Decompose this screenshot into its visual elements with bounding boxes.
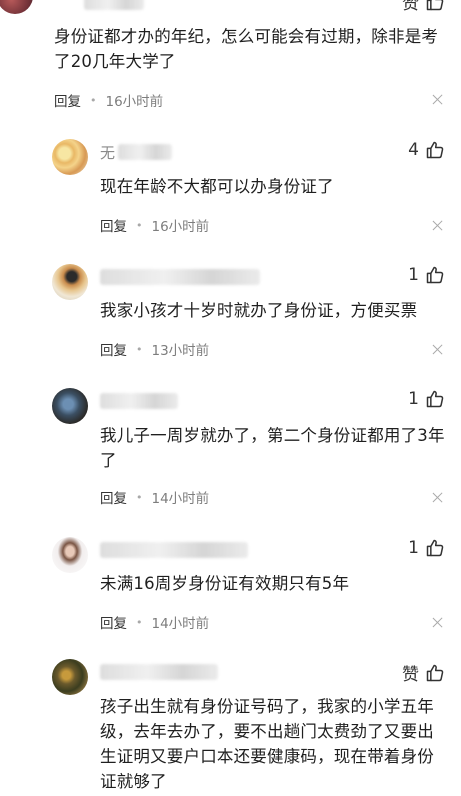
comment-meta: 回复 • 16小时前	[100, 215, 210, 236]
username[interactable]: 无	[100, 142, 115, 160]
timestamp: 14小时前	[151, 491, 210, 507]
timestamp: 16小时前	[105, 94, 164, 110]
comment-meta: 回复 • 16小时前	[54, 90, 164, 111]
like-count: 赞	[402, 665, 419, 685]
avatar[interactable]	[0, 0, 33, 14]
like-count: 1	[408, 538, 419, 558]
comment-item: 赞 孩子出生就有身份证号码了，我家的小学五年级，去年去办了，要不出趟门太费劲了又…	[0, 656, 461, 796]
like-count: 1	[408, 265, 419, 285]
close-icon[interactable]	[432, 220, 443, 231]
reply-button[interactable]: 回复	[100, 612, 127, 632]
like-count: 4	[408, 140, 419, 160]
comment-item: 1 我儿子一周岁就办了，第二个身份证都用了3年了 回复 • 14小时前	[0, 385, 461, 513]
thumbs-up-icon	[426, 0, 444, 10]
comment-item: 1 我家小孩才十岁时就办了身份证，方便买票 回复 • 13小时前	[0, 261, 461, 365]
like-button[interactable]: 赞	[402, 660, 445, 685]
separator-dot: •	[136, 490, 143, 504]
thumbs-up-icon	[426, 539, 444, 557]
close-icon[interactable]	[432, 617, 443, 628]
comment-text: 未满16周岁身份证有效期只有5年	[100, 574, 350, 593]
like-button[interactable]: 1	[408, 538, 445, 558]
timestamp: 14小时前	[151, 616, 210, 632]
separator-dot: •	[136, 218, 143, 232]
like-count: 赞	[402, 0, 419, 14]
comment-text: 我儿子一周岁就办了，第二个身份证都用了3年了	[100, 426, 445, 470]
like-button[interactable]: 1	[408, 265, 445, 285]
username-obscured	[100, 393, 178, 409]
reply-button[interactable]: 回复	[100, 487, 127, 507]
like-button[interactable]: 赞	[402, 0, 445, 14]
like-button[interactable]: 1	[408, 389, 445, 409]
comment-meta: 回复 • 14小时前	[100, 612, 210, 633]
close-icon[interactable]	[432, 344, 443, 355]
reply-button[interactable]: 回复	[100, 339, 127, 359]
close-icon[interactable]	[432, 492, 443, 503]
username-obscured	[84, 0, 144, 10]
avatar[interactable]	[52, 659, 88, 695]
username-obscured	[118, 144, 172, 160]
comment-text: 我家小孩才十岁时就办了身份证，方便买票	[100, 301, 418, 320]
separator-dot: •	[90, 93, 97, 107]
thumbs-up-icon	[426, 141, 444, 159]
avatar[interactable]	[52, 388, 88, 424]
reply-button[interactable]: 回复	[54, 90, 81, 110]
comment-meta: 回复 • 13小时前	[100, 339, 210, 360]
thumbs-up-icon	[426, 664, 444, 681]
comment-item: 无 4 现在年龄不大都可以办身份证了 回复 • 16小时前	[0, 136, 461, 240]
timestamp: 16小时前	[151, 219, 210, 235]
comment-item: 1 未满16周岁身份证有效期只有5年 回复 • 14小时前	[0, 534, 461, 638]
comment-text: 身份证都才办的年纪，怎么可能会有过期，除非是考了20几年大学了	[54, 27, 439, 71]
close-icon[interactable]	[432, 94, 443, 105]
username-obscured	[100, 269, 260, 285]
separator-dot: •	[136, 342, 143, 356]
comment-item: 赞 身份证都才办的年纪，怎么可能会有过期，除非是考了20几年大学了 回复 • 1…	[0, 0, 461, 120]
like-button[interactable]: 4	[408, 140, 445, 160]
comment-meta: 回复 • 14小时前	[100, 487, 210, 508]
username-obscured	[100, 664, 218, 680]
comment-text: 孩子出生就有身份证号码了，我家的小学五年级，去年去办了，要不出趟门太费劲了又要出…	[100, 697, 434, 791]
separator-dot: •	[136, 615, 143, 629]
avatar[interactable]	[52, 537, 88, 573]
thumbs-up-icon	[426, 266, 444, 284]
comment-text: 现在年龄不大都可以办身份证了	[100, 177, 334, 196]
avatar[interactable]	[52, 264, 88, 300]
username-obscured	[100, 542, 248, 558]
avatar[interactable]	[52, 139, 88, 175]
thumbs-up-icon	[426, 390, 444, 408]
reply-button[interactable]: 回复	[100, 215, 127, 235]
like-count: 1	[408, 389, 419, 409]
timestamp: 13小时前	[151, 343, 210, 359]
